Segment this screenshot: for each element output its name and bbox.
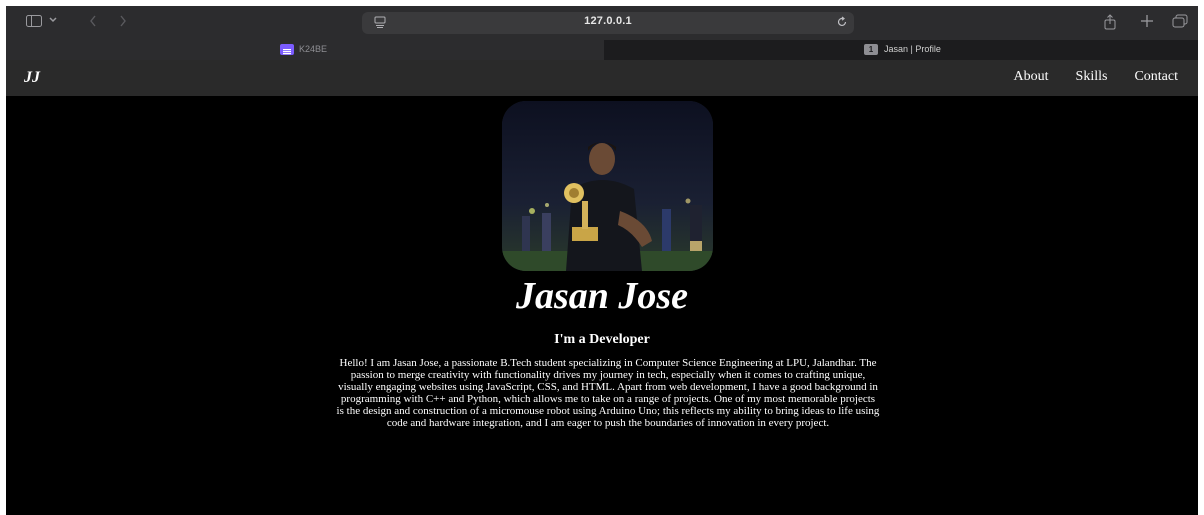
tab-label: Jasan | Profile: [884, 44, 941, 54]
tab-favicon-icon: 1: [864, 44, 878, 55]
sidebar-toggle-icon[interactable]: [26, 15, 42, 27]
forward-icon[interactable]: [118, 14, 128, 28]
nav-links: About Skills Contact: [1014, 69, 1178, 85]
hero-name: Jasan Jose: [515, 275, 689, 317]
tab-jasan-profile[interactable]: 1 Jasan | Profile: [604, 40, 1198, 60]
reload-icon[interactable]: [836, 15, 848, 29]
browser-toolbar: 127.0.0.1: [6, 6, 1198, 40]
address-url[interactable]: 127.0.0.1: [362, 15, 854, 27]
tab-label: K24BE: [299, 44, 328, 54]
hero-tagline: I'm a Developer: [554, 332, 650, 347]
site-logo[interactable]: JJ: [24, 69, 40, 87]
tab-overview-icon[interactable]: [1172, 14, 1188, 28]
tab-favicon-icon: [280, 44, 294, 55]
address-bar[interactable]: 127.0.0.1: [362, 12, 854, 34]
nav-link-contact[interactable]: Contact: [1134, 69, 1178, 85]
chevron-down-icon[interactable]: [48, 14, 58, 26]
nav-link-about[interactable]: About: [1014, 69, 1049, 85]
tab-bar: K24BE ✕ 1 Jasan | Profile: [6, 40, 1198, 60]
profile-photo: [502, 101, 713, 271]
hero-bio: Hello! I am Jasan Jose, a passionate B.T…: [336, 357, 880, 429]
new-tab-icon[interactable]: [1140, 14, 1154, 28]
nav-link-skills[interactable]: Skills: [1076, 69, 1108, 85]
browser-window: 127.0.0.1 K24BE ✕ 1 Jasan | Profile: [6, 6, 1198, 515]
share-icon[interactable]: [1104, 14, 1116, 30]
back-icon[interactable]: [88, 14, 98, 28]
tab-k24be[interactable]: K24BE: [6, 40, 604, 60]
site-navbar: JJ About Skills Contact: [6, 60, 1198, 96]
